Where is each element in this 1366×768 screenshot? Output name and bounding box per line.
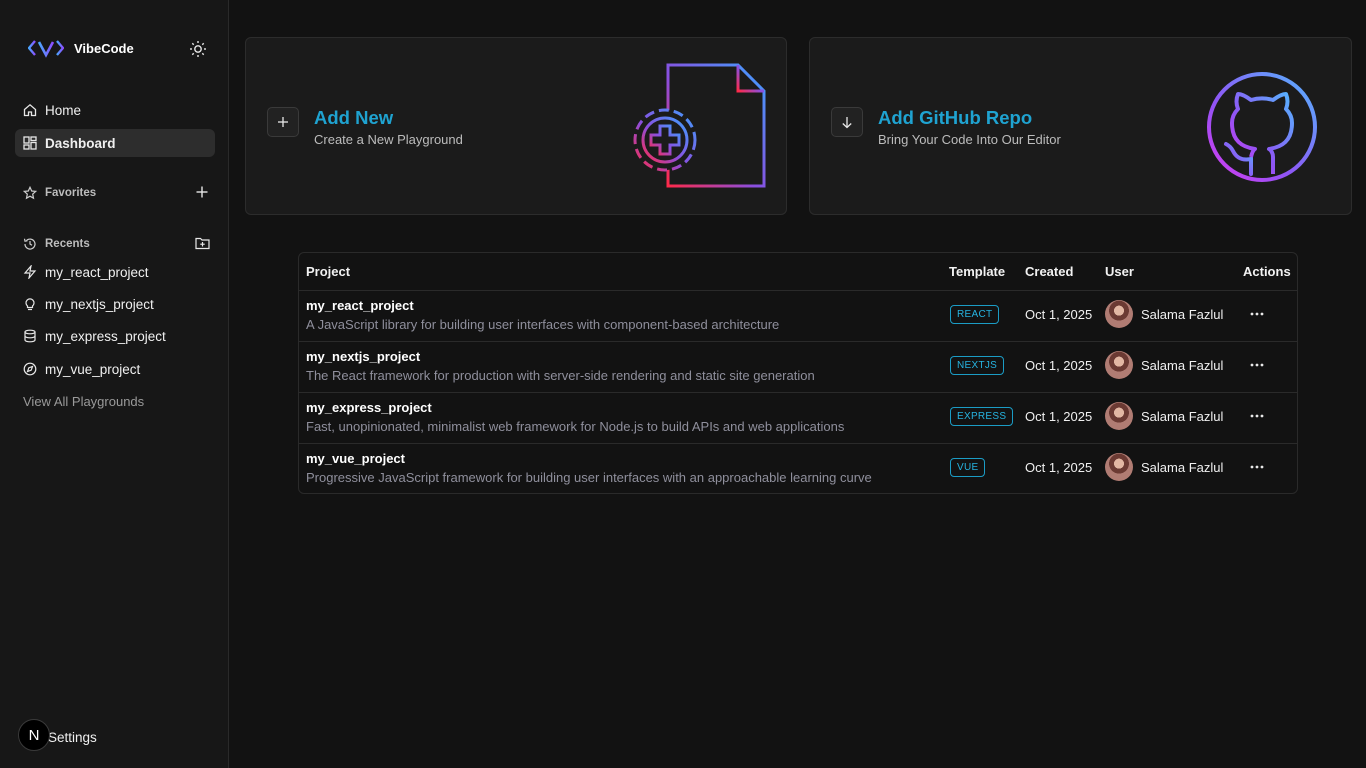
recent-item-my-vue-project[interactable]: my_vue_project bbox=[15, 355, 215, 383]
user-name: Salama Fazlul bbox=[1141, 307, 1224, 322]
database-icon bbox=[24, 329, 36, 343]
project-name-link[interactable]: my_nextjs_project bbox=[306, 349, 420, 364]
document-gear-illustration-icon bbox=[633, 63, 766, 188]
header-template: Template bbox=[949, 264, 1006, 279]
more-horizontal-icon bbox=[1250, 465, 1264, 469]
table-row[interactable]: my_express_project Fast, unopinionated, … bbox=[299, 392, 1297, 444]
recent-item-label: my_express_project bbox=[45, 328, 166, 344]
plus-icon bbox=[196, 186, 208, 198]
brand-name: VibeCode bbox=[74, 40, 134, 56]
recents-label: Recents bbox=[45, 238, 90, 250]
arrow-down-icon bbox=[842, 116, 852, 128]
row-actions-button[interactable] bbox=[1245, 355, 1269, 375]
created-date: Oct 1, 2025 bbox=[1025, 460, 1093, 475]
project-description: A JavaScript library for building user i… bbox=[306, 317, 780, 332]
add-github-repo-card[interactable]: Add GitHub Repo Bring Your Code Into Our… bbox=[809, 37, 1352, 215]
table-row[interactable]: my_react_project A JavaScript library fo… bbox=[299, 290, 1297, 342]
template-badge: EXPRESS bbox=[950, 407, 1014, 426]
dashboard-icon bbox=[23, 136, 37, 150]
add-new-card[interactable]: Add New Create a New Playground bbox=[245, 37, 787, 215]
dev-tools-badge[interactable]: N bbox=[18, 719, 50, 751]
created-date: Oct 1, 2025 bbox=[1025, 409, 1093, 424]
recent-item-my-express-project[interactable]: my_express_project bbox=[15, 322, 215, 350]
nav-home-label: Home bbox=[45, 102, 82, 118]
user-avatar bbox=[1105, 300, 1133, 328]
project-name-link[interactable]: my_express_project bbox=[306, 400, 432, 415]
recent-item-my-nextjs-project[interactable]: my_nextjs_project bbox=[15, 290, 215, 318]
user-avatar bbox=[1105, 402, 1133, 430]
table-row[interactable]: my_nextjs_project The React framework fo… bbox=[299, 341, 1297, 393]
home-icon bbox=[23, 103, 37, 117]
compass-icon bbox=[23, 362, 37, 376]
template-badge: NEXTJS bbox=[950, 356, 1005, 375]
created-date: Oct 1, 2025 bbox=[1025, 358, 1093, 373]
sidebar: VibeCode Home Dashboard Favorites Recent… bbox=[0, 0, 229, 768]
vibecode-logo-icon bbox=[28, 40, 64, 58]
table-row[interactable]: my_vue_project Progressive JavaScript fr… bbox=[299, 443, 1297, 493]
header-created: Created bbox=[1025, 264, 1074, 279]
project-description: Progressive JavaScript framework for bui… bbox=[306, 470, 872, 485]
more-horizontal-icon bbox=[1250, 363, 1264, 367]
add-github-repo-subtitle: Bring Your Code Into Our Editor bbox=[878, 132, 1061, 147]
header-actions: Actions bbox=[1243, 264, 1291, 279]
settings-link[interactable]: Settings bbox=[48, 730, 97, 745]
folder-plus-icon bbox=[195, 237, 210, 250]
sun-icon bbox=[190, 41, 206, 57]
lightbulb-icon bbox=[25, 298, 35, 311]
new-folder-button[interactable] bbox=[195, 236, 211, 252]
recents-section-label: Recents bbox=[23, 237, 90, 251]
add-new-title: Add New bbox=[314, 107, 394, 128]
row-actions-button[interactable] bbox=[1245, 406, 1269, 426]
template-badge: VUE bbox=[950, 458, 986, 477]
favorites-label: Favorites bbox=[45, 187, 97, 199]
add-github-repo-title: Add GitHub Repo bbox=[878, 107, 1033, 128]
created-date: Oct 1, 2025 bbox=[1025, 307, 1093, 322]
template-badge: REACT bbox=[950, 305, 1000, 324]
theme-toggle-button[interactable] bbox=[189, 40, 209, 58]
recent-item-label: my_vue_project bbox=[45, 361, 141, 377]
favorites-section-label: Favorites bbox=[23, 186, 96, 200]
github-logo-icon bbox=[1207, 72, 1317, 182]
row-actions-button[interactable] bbox=[1245, 304, 1269, 324]
projects-table: Project Template Created User Actions my… bbox=[298, 252, 1298, 494]
row-actions-button[interactable] bbox=[1245, 457, 1269, 477]
user-name: Salama Fazlul bbox=[1141, 409, 1224, 424]
project-description: The React framework for production with … bbox=[306, 368, 815, 383]
user-avatar bbox=[1105, 351, 1133, 379]
project-name-link[interactable]: my_react_project bbox=[306, 298, 414, 313]
user-name: Salama Fazlul bbox=[1141, 460, 1224, 475]
add-new-button[interactable] bbox=[267, 107, 299, 137]
add-new-subtitle: Create a New Playground bbox=[314, 132, 463, 147]
user-avatar bbox=[1105, 453, 1133, 481]
recent-item-label: my_nextjs_project bbox=[45, 296, 154, 312]
user-name: Salama Fazlul bbox=[1141, 358, 1224, 373]
nav-dashboard[interactable]: Dashboard bbox=[15, 129, 215, 157]
project-name-link[interactable]: my_vue_project bbox=[306, 451, 405, 466]
nav-dashboard-label: Dashboard bbox=[45, 135, 116, 151]
add-github-repo-button[interactable] bbox=[831, 107, 863, 137]
more-horizontal-icon bbox=[1250, 414, 1264, 418]
more-horizontal-icon bbox=[1250, 312, 1264, 316]
view-all-playgrounds-link[interactable]: View All Playgrounds bbox=[23, 394, 144, 409]
recent-item-my-react-project[interactable]: my_react_project bbox=[15, 258, 215, 286]
header-user: User bbox=[1105, 264, 1134, 279]
history-icon bbox=[23, 238, 36, 250]
brand[interactable]: VibeCode bbox=[28, 38, 134, 58]
star-icon bbox=[23, 186, 37, 200]
plus-icon bbox=[278, 117, 288, 127]
recent-item-label: my_react_project bbox=[45, 264, 149, 280]
nav-home[interactable]: Home bbox=[15, 96, 215, 124]
table-header: Project Template Created User Actions bbox=[299, 253, 1297, 291]
zap-icon bbox=[23, 265, 37, 279]
header-project: Project bbox=[306, 264, 351, 279]
add-favorite-button[interactable] bbox=[195, 185, 211, 201]
project-description: Fast, unopinionated, minimalist web fram… bbox=[306, 419, 845, 434]
